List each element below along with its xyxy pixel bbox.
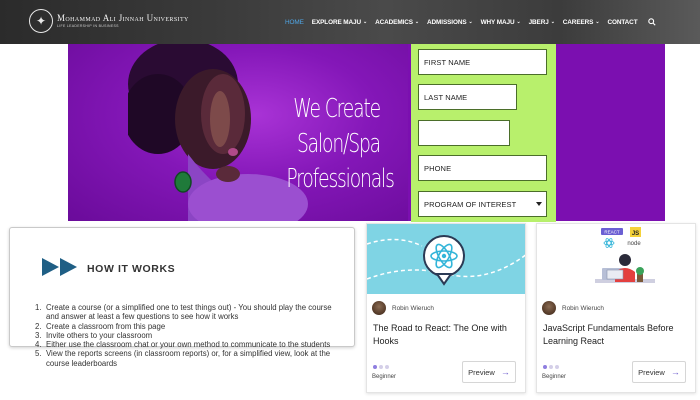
arrow-right-icon: → xyxy=(670,367,680,377)
course-title[interactable]: JavaScript Fundamentals Before Learning … xyxy=(543,322,693,347)
nav-academics[interactable]: ACADEMICS ⌄ xyxy=(375,19,419,26)
arrow-right-icon: → xyxy=(500,367,510,377)
author-name: Robin Wieruch xyxy=(392,304,434,312)
difficulty-dots xyxy=(373,365,391,369)
program-select[interactable]: PROGRAM OF INTEREST xyxy=(418,191,547,217)
step-item: 2. Create a classroom from this page xyxy=(35,321,166,331)
author-name: Robin Wieruch xyxy=(562,304,604,312)
logo-tagline: LIFE LEADERSHIP IN BUSINESS xyxy=(57,23,119,28)
chevron-down-icon: ⌄ xyxy=(516,19,521,25)
node-tag: node xyxy=(627,241,641,247)
preview-button[interactable]: Preview → xyxy=(462,361,516,383)
preview-button[interactable]: Preview → xyxy=(632,361,686,383)
course-level: Beginner xyxy=(542,374,567,380)
chevron-down-icon: ⌄ xyxy=(550,19,555,25)
javascript-course-thumbnail: REACT JS node xyxy=(537,224,695,294)
course-author: Robin Wieruch xyxy=(372,301,434,315)
chevron-down-icon: ⌄ xyxy=(414,19,420,25)
nav-careers[interactable]: CAREERS ⌄ xyxy=(563,19,600,26)
chevron-down-icon: ⌄ xyxy=(468,19,473,25)
course-level: Beginner xyxy=(372,374,397,380)
hero-banner: We Create Salon/Spa Professionals xyxy=(68,44,665,221)
course-author: Robin Wieruch xyxy=(542,301,604,315)
nav-admissions[interactable]: ADMISSIONS ⌄ xyxy=(427,19,473,26)
fast-forward-icon xyxy=(42,258,77,276)
js-tag: JS xyxy=(632,231,639,237)
course-title[interactable]: The Road to React: The One with Hooks xyxy=(373,322,523,347)
nav-why-maju[interactable]: WHY MAJU ⌄ xyxy=(481,19,521,26)
university-logo[interactable]: ✦ Mohammad Ali Jinnah University LIFE LE… xyxy=(29,9,189,33)
main-nav: HOME EXPLORE MAJU ⌄ ACADEMICS ⌄ ADMISSIONS… xyxy=(285,0,656,44)
react-tag: REACT xyxy=(604,230,620,235)
react-course-thumbnail xyxy=(367,224,525,294)
crest-icon: ✦ xyxy=(29,9,53,33)
last-name-field[interactable]: LAST NAME xyxy=(418,84,517,110)
difficulty-dots xyxy=(543,365,561,369)
hero-headline-line: Professionals xyxy=(286,164,394,194)
step-item: 3. Invite others to your classroom xyxy=(35,330,153,340)
page: ✦ Mohammad Ali Jinnah University LIFE LE… xyxy=(0,0,700,400)
step-item: 5. View the reports screens (in classroom… xyxy=(35,349,331,368)
nav-contact[interactable]: CONTACT xyxy=(607,19,637,26)
hero-headline: We Create Salon/Spa Professionals xyxy=(286,92,394,197)
nav-explore-maju[interactable]: EXPLORE MAJU ⌄ xyxy=(312,19,367,26)
how-it-works-title: HOW IT WORKS xyxy=(87,263,176,275)
nav-home[interactable]: HOME xyxy=(285,19,304,26)
first-name-field[interactable]: FIRST NAME xyxy=(418,49,547,75)
step-item: 4. Either use the classroom chat or your … xyxy=(35,340,331,350)
dropdown-arrow-icon xyxy=(536,202,542,206)
chevron-down-icon: ⌄ xyxy=(595,19,600,25)
nav-jberj[interactable]: JBERJ ⌄ xyxy=(529,19,555,26)
author-avatar xyxy=(372,301,386,315)
hero-headline-line: Salon/Spa xyxy=(296,129,381,159)
phone-field[interactable]: PHONE xyxy=(418,155,547,181)
hero-headline-line: We Create xyxy=(293,94,381,124)
chevron-down-icon: ⌄ xyxy=(363,19,368,25)
lead-form: FIRST NAME LAST NAME PHONE PROGRAM OF IN… xyxy=(411,44,556,222)
search-icon[interactable] xyxy=(647,18,656,26)
how-it-works-steps: 1. Create a course (or a simplified one t… xyxy=(35,303,345,368)
top-navbar: ✦ Mohammad Ali Jinnah University LIFE LE… xyxy=(0,0,700,44)
program-select-value: PROGRAM OF INTEREST xyxy=(424,199,517,209)
course-card[interactable]: REACT JS node Robin Wieruch JavaScript F… xyxy=(536,223,696,393)
blank-field[interactable] xyxy=(418,120,510,146)
course-card[interactable]: Robin Wieruch The Road to React: The One… xyxy=(366,223,526,393)
logo-name: Mohammad Ali Jinnah University xyxy=(57,12,189,23)
author-avatar xyxy=(542,301,556,315)
step-item: 1. Create a course (or a simplified one t… xyxy=(35,303,332,322)
